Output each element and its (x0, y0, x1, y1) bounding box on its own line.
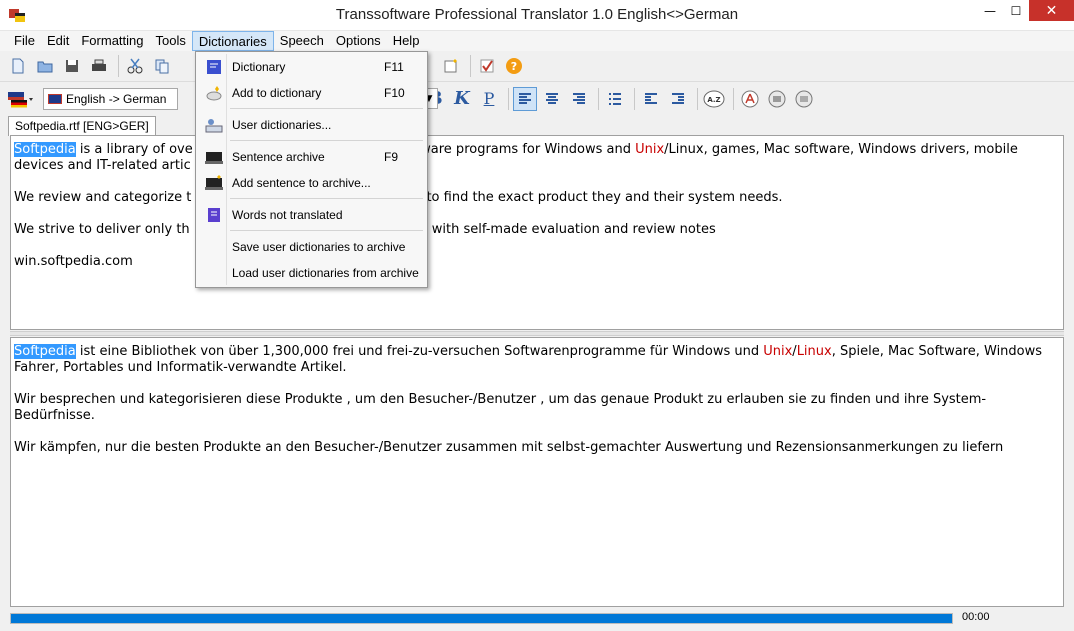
print-icon[interactable] (87, 54, 111, 78)
dictionary-book-icon (202, 57, 226, 77)
title-bar: Transsoftware Professional Translator 1.… (0, 0, 1074, 31)
close-button[interactable]: ✕ (1029, 0, 1074, 21)
sort-label: A.Z (707, 96, 720, 104)
menu-item-load-user-dictionaries[interactable]: Load user dictionaries from archive (198, 261, 425, 285)
progress-fill (11, 614, 952, 623)
menu-separator (230, 108, 423, 109)
language-pair-select[interactable]: English -> German (43, 87, 178, 110)
copy-icon[interactable] (150, 54, 174, 78)
menu-file[interactable]: File (8, 31, 41, 51)
menu-separator (230, 140, 423, 141)
align-right-icon[interactable] (567, 87, 591, 111)
menu-tools[interactable]: Tools (150, 31, 192, 51)
flag-dropdown-icon[interactable] (6, 87, 36, 111)
indent-increase-icon[interactable] (666, 87, 690, 111)
save-icon[interactable] (60, 54, 84, 78)
bullet-list-icon[interactable] (603, 87, 627, 111)
speech-stop-icon[interactable] (792, 87, 816, 111)
document-tabs: Softpedia.rtf [ENG>GER] (0, 114, 1074, 136)
window-title: Transsoftware Professional Translator 1.… (335, 6, 739, 23)
toolbar-separator (733, 87, 734, 110)
speech-play-icon[interactable] (765, 87, 789, 111)
format-toolbar: English -> German B K P A.Z (0, 83, 1074, 114)
language-pair-value: English -> German (66, 91, 167, 106)
menu-options[interactable]: Options (330, 31, 387, 51)
toolbar-separator (470, 55, 471, 77)
underline-button[interactable]: P (477, 87, 501, 111)
translation-paragraph: Wir besprechen und kategorisieren diese … (14, 392, 987, 423)
menu-item-user-dictionaries[interactable]: User dictionaries... (198, 113, 425, 137)
dictionaries-menu: Dictionary F11 Add to dictionary F10 Use… (195, 51, 428, 288)
sort-button[interactable]: A.Z (702, 87, 726, 111)
source-text-pane[interactable]: Softpedia is a library of ove oftware pro… (10, 135, 1064, 330)
tab-softpedia-rtf[interactable]: Softpedia.rtf [ENG>GER] (8, 116, 156, 136)
indent-decrease-icon[interactable] (639, 87, 663, 111)
user-dictionaries-icon (202, 115, 226, 135)
new-document-icon[interactable] (6, 54, 30, 78)
toolbar-separator (697, 87, 698, 110)
align-left-icon[interactable] (513, 86, 537, 111)
speech-a-icon[interactable] (738, 87, 762, 111)
menu-item-add-to-dictionary[interactable]: Add to dictionary F10 (198, 81, 425, 105)
menu-item-words-not-translated[interactable]: Words not translated (198, 203, 425, 227)
spellcheck-icon[interactable] (475, 54, 499, 78)
translation-paragraph: Softpedia ist eine Bibliothek von über 1… (14, 344, 1043, 375)
uk-flag-icon (48, 93, 62, 104)
toolbar-separator (508, 87, 509, 110)
menu-speech[interactable]: Speech (274, 31, 330, 51)
source-paragraph: Softpedia is a library of ove oftware pro… (14, 142, 1018, 173)
toolbar-separator (118, 55, 119, 77)
source-paragraph: We strive to deliver only th together wit… (14, 222, 716, 237)
menu-item-dictionary[interactable]: Dictionary F11 (198, 55, 425, 79)
words-not-translated-icon (202, 205, 226, 225)
pane-splitter[interactable] (10, 331, 1064, 336)
translation-text-pane[interactable]: Softpedia ist eine Bibliothek von über 1… (10, 337, 1064, 607)
sentence-archive-icon (202, 147, 226, 167)
help-icon[interactable]: ? (502, 54, 526, 78)
insert-icon[interactable] (439, 54, 463, 78)
menu-edit[interactable]: Edit (41, 31, 75, 51)
add-sentence-icon (202, 173, 226, 193)
menu-help[interactable]: Help (387, 31, 426, 51)
svg-text:?: ? (511, 60, 517, 73)
italic-button[interactable]: K (450, 87, 474, 111)
cut-icon[interactable] (123, 54, 147, 78)
align-center-icon[interactable] (540, 87, 564, 111)
open-folder-icon[interactable] (33, 54, 57, 78)
main-toolbar: ? (0, 51, 1074, 82)
progress-bar (10, 613, 953, 624)
menu-separator (230, 198, 423, 199)
translation-paragraph: Wir kämpfen, nur die besten Produkte an … (14, 440, 1004, 455)
toolbar-separator (634, 87, 635, 110)
timer-readout: 00:00 (962, 611, 990, 623)
menu-dictionaries[interactable]: Dictionaries (191, 31, 274, 51)
source-paragraph: win.softpedia.com (14, 254, 133, 269)
toolbar-separator (598, 87, 599, 110)
minimize-button[interactable]: — (977, 0, 1003, 21)
menu-item-save-user-dictionaries[interactable]: Save user dictionaries to archive (198, 235, 425, 259)
menu-item-add-sentence-to-archive[interactable]: Add sentence to archive... (198, 171, 425, 195)
source-paragraph: We review and categorize te visitor/user… (14, 190, 783, 205)
menu-separator (230, 230, 423, 231)
maximize-button[interactable]: ☐ (1003, 0, 1029, 21)
add-dictionary-icon (202, 83, 226, 103)
menu-formatting[interactable]: Formatting (75, 31, 149, 51)
menu-item-sentence-archive[interactable]: Sentence archive F9 (198, 145, 425, 169)
status-bar: 00:00 (0, 608, 1074, 631)
menu-bar: File Edit Formatting Tools Dictionaries … (0, 31, 1074, 51)
